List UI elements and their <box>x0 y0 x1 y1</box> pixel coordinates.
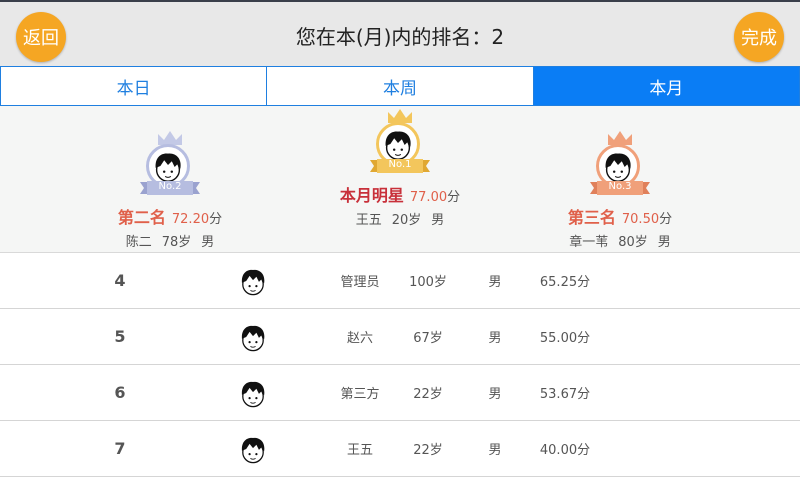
user-age: 20岁 <box>391 213 422 228</box>
podium-first[interactable]: No.1 本月明星 77.00分 王五 20岁男 <box>320 108 480 228</box>
row-rank: 4 <box>114 271 126 290</box>
row-rank: 7 <box>114 439 126 458</box>
boy-avatar-icon <box>241 381 265 407</box>
avatar: No.3 <box>584 130 656 202</box>
rank-badge: No.1 <box>388 159 412 170</box>
row-sex: 男 <box>488 443 502 458</box>
user-sex: 男 <box>657 235 671 250</box>
user-name: 陈二 <box>125 235 152 250</box>
user-age: 78岁 <box>161 235 192 250</box>
rank-title: 第三名 <box>567 208 616 227</box>
row-age: 22岁 <box>413 443 443 458</box>
row-name: 王五 <box>346 443 373 458</box>
rank-score: 77.00 <box>409 190 448 205</box>
row-name: 第三方 <box>340 387 380 402</box>
tab-week[interactable]: 本周 <box>266 67 533 105</box>
row-score: 53.67分 <box>539 387 591 402</box>
table-row[interactable]: 7 王五 22岁 男 40.00分 <box>0 421 800 477</box>
row-score: 40.00分 <box>539 443 591 458</box>
avatar: No.2 <box>134 130 206 202</box>
row-name: 赵六 <box>346 331 373 346</box>
user-sex: 男 <box>431 213 445 228</box>
row-name: 管理员 <box>340 275 380 290</box>
page-title: 您在本(月)内的排名：2 <box>295 25 505 49</box>
rank-badge: No.3 <box>608 181 632 192</box>
user-name: 王五 <box>355 213 382 228</box>
user-sex: 男 <box>201 235 215 250</box>
podium-second[interactable]: No.2 第二名 72.20分 陈二 78岁男 <box>100 130 240 250</box>
row-score: 65.25分 <box>539 275 591 290</box>
tab-month[interactable]: 本月 <box>532 67 799 105</box>
period-tabs: 本日 本周 本月 <box>0 66 800 106</box>
tab-day[interactable]: 本日 <box>1 67 267 105</box>
score-unit: 分 <box>209 212 223 227</box>
avatar <box>236 309 270 364</box>
podium-third[interactable]: No.3 第三名 70.50分 章一苇 80岁男 <box>550 130 690 250</box>
table-row[interactable]: 5 赵六 67岁 男 55.00分 <box>0 309 800 365</box>
rank-score: 72.20 <box>171 212 210 227</box>
rank-title: 本月明星 <box>339 186 404 205</box>
user-age: 80岁 <box>618 235 648 250</box>
user-name: 章一苇 <box>569 235 609 250</box>
boy-avatar-icon <box>241 437 265 463</box>
avatar <box>236 365 270 420</box>
boy-avatar-icon <box>241 325 265 351</box>
row-age: 100岁 <box>409 275 447 290</box>
table-row[interactable]: 4 管理员 100岁 男 65.25分 <box>0 253 800 309</box>
row-sex: 男 <box>488 331 502 346</box>
avatar: No.1 <box>364 108 436 180</box>
done-button[interactable]: 完成 <box>734 12 784 62</box>
boy-avatar-icon <box>241 269 265 295</box>
row-sex: 男 <box>488 275 502 290</box>
row-rank: 6 <box>114 383 126 402</box>
rank-score: 70.50 <box>621 212 660 227</box>
avatar <box>236 253 270 308</box>
avatar <box>236 421 270 476</box>
rank-badge: No.2 <box>158 181 182 192</box>
ranking-list: 4 管理员 100岁 男 65.25分 5 赵六 67岁 男 55.00分 6 … <box>0 253 800 477</box>
rank-title: 第二名 <box>117 208 166 227</box>
row-rank: 5 <box>114 327 126 346</box>
score-unit: 分 <box>447 190 461 205</box>
score-unit: 分 <box>659 212 673 227</box>
row-score: 55.00分 <box>539 331 591 346</box>
row-age: 22岁 <box>413 387 443 402</box>
table-row[interactable]: 6 第三方 22岁 男 53.67分 <box>0 365 800 421</box>
row-age: 67岁 <box>413 331 443 346</box>
row-sex: 男 <box>488 387 502 402</box>
podium: No.2 第二名 72.20分 陈二 78岁男 No.1 本月明星 77.00分 王五… <box>0 106 800 253</box>
top-bar: 返回 您在本(月)内的排名：2 完成 <box>0 0 800 66</box>
